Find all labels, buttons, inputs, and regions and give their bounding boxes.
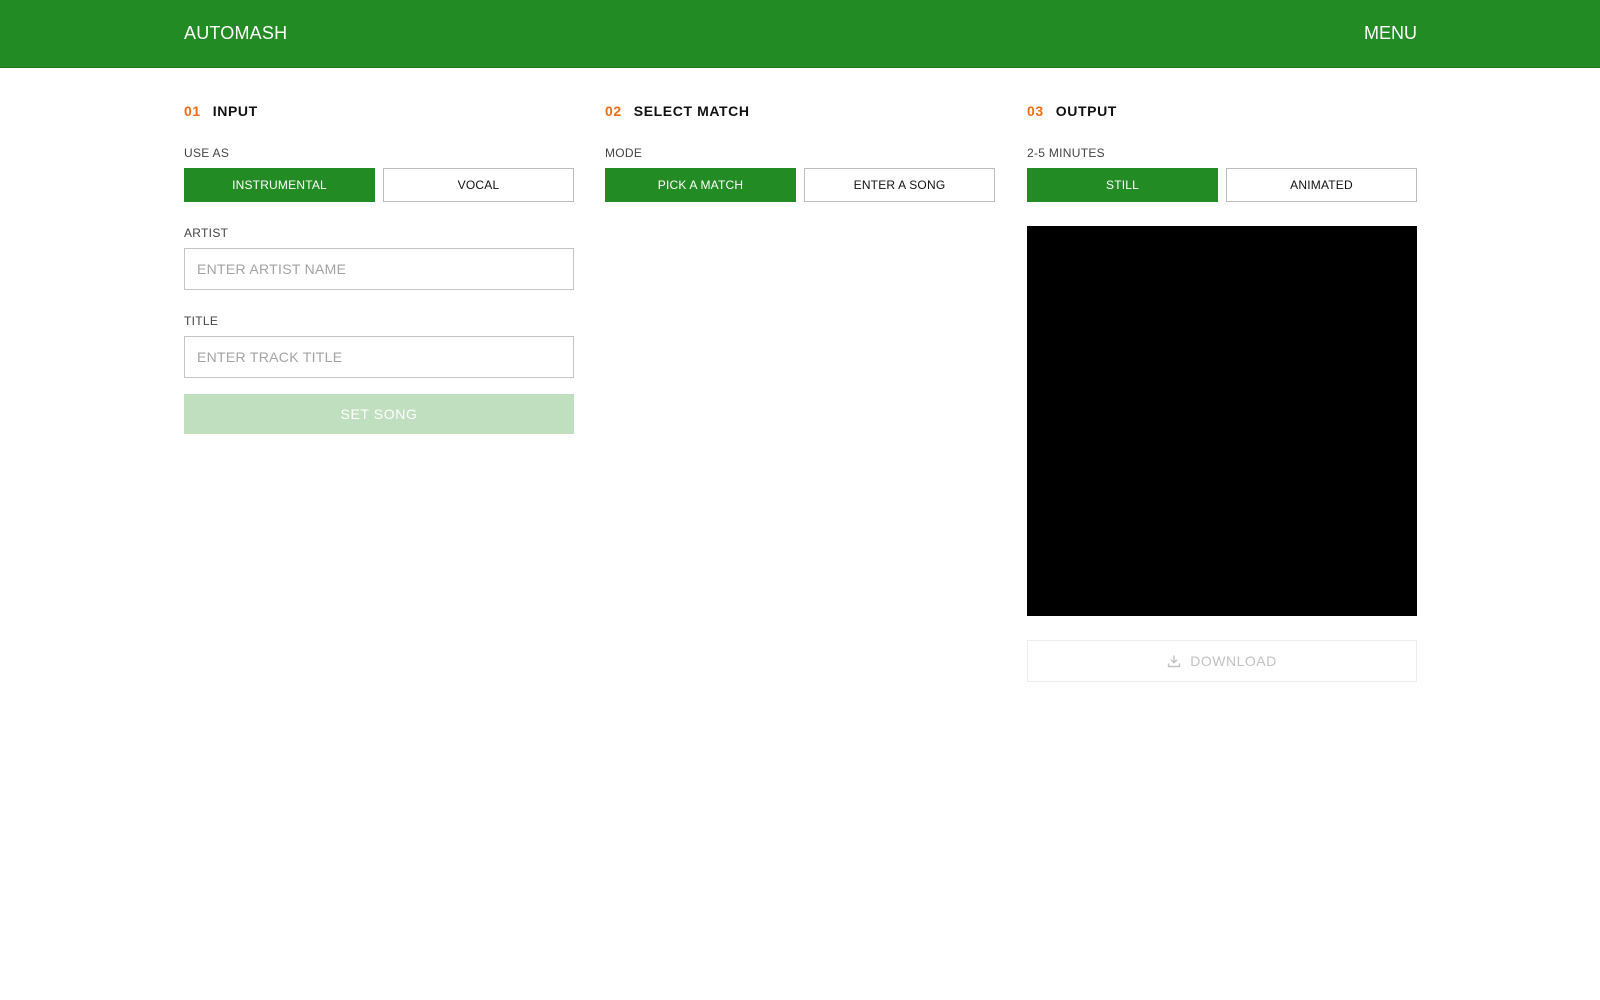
step-number: 03 [1027,103,1044,119]
output-preview-canvas [1027,226,1417,616]
instrumental-button[interactable]: INSTRUMENTAL [184,168,375,202]
brand-logo[interactable]: AUTOMASH [184,23,287,44]
section-title: INPUT [212,103,258,119]
output-section: 03 OUTPUT 2-5 MINUTES STILL ANIMATED DOW… [1027,100,1417,682]
artist-label: ARTIST [184,226,229,240]
download-button[interactable]: DOWNLOAD [1027,640,1417,682]
output-type-toggle: STILL ANIMATED [1027,168,1417,202]
select-match-section: 02 SELECT MATCH MODE PICK A MATCH ENTER … [605,100,995,202]
top-navbar: AUTOMASH MENU [0,0,1600,68]
step-number: 02 [605,103,622,119]
vocal-button[interactable]: VOCAL [383,168,574,202]
pick-a-match-button[interactable]: PICK A MATCH [605,168,796,202]
mode-label: MODE [605,146,643,160]
input-section: 01 INPUT USE AS INSTRUMENTAL VOCAL ARTIS… [184,100,574,434]
section-title: SELECT MATCH [633,103,750,119]
select-match-heading: 02 SELECT MATCH [605,100,995,122]
use-as-toggle: INSTRUMENTAL VOCAL [184,168,574,202]
output-heading: 03 OUTPUT [1027,100,1417,122]
section-title: OUTPUT [1055,103,1117,119]
use-as-label: USE AS [184,146,230,160]
set-song-button[interactable]: SET SONG [184,394,574,434]
duration-label: 2-5 MINUTES [1027,146,1105,160]
download-label: DOWNLOAD [1190,653,1277,669]
animated-button[interactable]: ANIMATED [1226,168,1417,202]
menu-button[interactable]: MENU [1364,23,1417,44]
artist-input[interactable] [184,248,574,290]
enter-a-song-button[interactable]: ENTER A SONG [804,168,995,202]
title-label: TITLE [184,314,219,328]
step-number: 01 [184,103,201,119]
download-icon [1168,655,1181,668]
input-heading: 01 INPUT [184,100,574,122]
mode-toggle: PICK A MATCH ENTER A SONG [605,168,995,202]
still-button[interactable]: STILL [1027,168,1218,202]
title-input[interactable] [184,336,574,378]
